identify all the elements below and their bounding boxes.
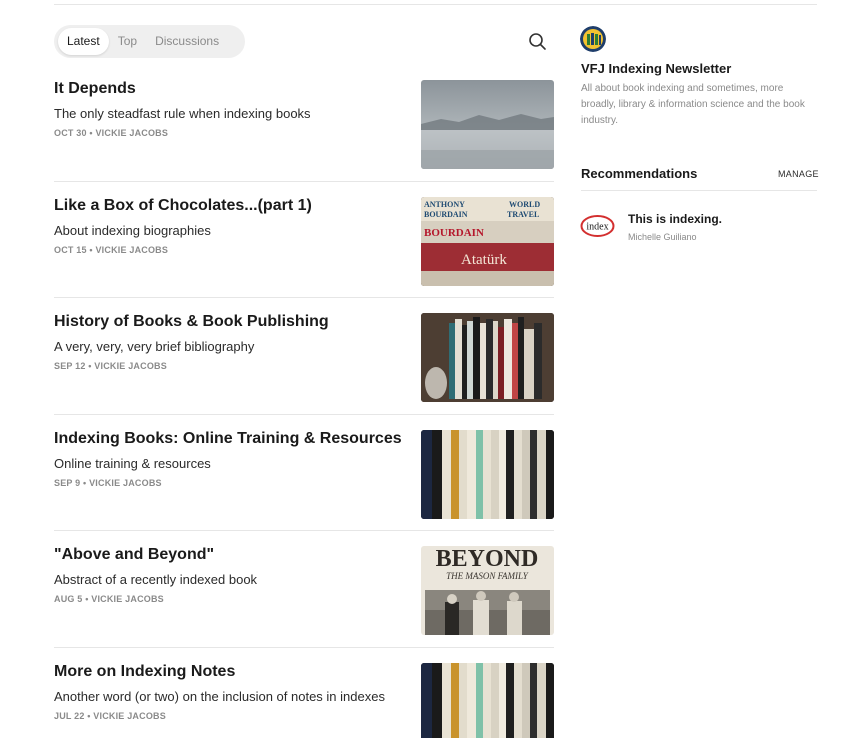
post-meta: JUL 22 • VICKIE JACOBS [54,711,166,721]
post-thumbnail[interactable] [421,430,554,519]
svg-text:BEYOND: BEYOND [436,546,539,572]
recommendations-divider [581,190,817,191]
post-meta: SEP 12 • VICKIE JACOBS [54,361,167,371]
post-thumbnail[interactable]: BEYOND THE MASON FAMILY [421,546,554,635]
svg-text:WORLD: WORLD [509,200,540,209]
search-button[interactable] [526,30,548,52]
svg-text:TRAVEL: TRAVEL [507,210,539,219]
tab-top[interactable]: Top [109,28,146,55]
svg-text:BOURDAIN: BOURDAIN [424,227,484,239]
post-item[interactable]: "Above and Beyond" Abstract of a recentl… [54,546,554,635]
post-subtitle: The only steadfast rule when indexing bo… [54,106,311,121]
post-item[interactable]: Indexing Books: Online Training & Resour… [54,430,554,519]
recommendations-heading: Recommendations [581,166,698,181]
post-title[interactable]: Like a Box of Chocolates...(part 1) [54,197,312,215]
post-divider [54,647,554,648]
svg-text:THE MASON FAMILY: THE MASON FAMILY [446,571,529,581]
post-thumbnail[interactable] [421,80,554,169]
post-divider [54,530,554,531]
post-meta: OCT 15 • VICKIE JACOBS [54,245,169,255]
recommendation-logo[interactable]: index [580,214,615,238]
post-divider [54,414,554,415]
post-title[interactable]: History of Books & Book Publishing [54,313,329,331]
post-meta: AUG 5 • VICKIE JACOBS [54,594,164,604]
svg-text:BOURDAIN: BOURDAIN [424,210,468,219]
post-subtitle: Online training & resources [54,456,211,471]
post-item[interactable]: Like a Box of Chocolates...(part 1) Abou… [54,197,554,286]
post-title[interactable]: "Above and Beyond" [54,546,214,564]
post-title[interactable]: Indexing Books: Online Training & Resour… [54,430,402,448]
post-meta: SEP 9 • VICKIE JACOBS [54,478,162,488]
post-subtitle: Another word (or two) on the inclusion o… [54,689,385,704]
post-title[interactable]: More on Indexing Notes [54,663,235,681]
tab-discussions[interactable]: Discussions [146,28,228,55]
svg-text:ANTHONY: ANTHONY [424,200,465,209]
recommendation-title[interactable]: This is indexing. [628,212,722,226]
post-subtitle: A very, very, very brief bibliography [54,339,255,354]
newsletter-logo[interactable] [580,26,606,52]
post-item[interactable]: It Depends The only steadfast rule when … [54,80,554,169]
post-subtitle: About indexing biographies [54,223,211,238]
feed-tabs: Latest Top Discussions [54,25,245,58]
post-subtitle: Abstract of a recently indexed book [54,572,258,587]
post-thumbnail[interactable] [421,313,554,402]
recommendation-author: Michelle Guiliano [628,232,697,242]
post-item[interactable]: History of Books & Book Publishing A ver… [54,313,554,402]
search-icon [529,33,546,50]
svg-text:Atatürk: Atatürk [461,252,507,268]
post-thumbnail[interactable] [421,663,554,738]
post-divider [54,297,554,298]
svg-text:index: index [586,222,608,233]
post-title[interactable]: It Depends [54,80,136,98]
top-divider [54,4,817,5]
post-item[interactable]: More on Indexing Notes Another word (or … [54,663,554,738]
post-divider [54,181,554,182]
post-thumbnail[interactable]: ANTHONY BOURDAIN WORLD TRAVEL BOURDAIN A… [421,197,554,286]
newsletter-name[interactable]: VFJ Indexing Newsletter [581,61,731,76]
manage-recommendations-link[interactable]: MANAGE [778,169,819,179]
tab-latest[interactable]: Latest [58,28,109,55]
post-meta: OCT 30 • VICKIE JACOBS [54,128,169,138]
newsletter-description: All about book indexing and sometimes, m… [581,83,805,126]
